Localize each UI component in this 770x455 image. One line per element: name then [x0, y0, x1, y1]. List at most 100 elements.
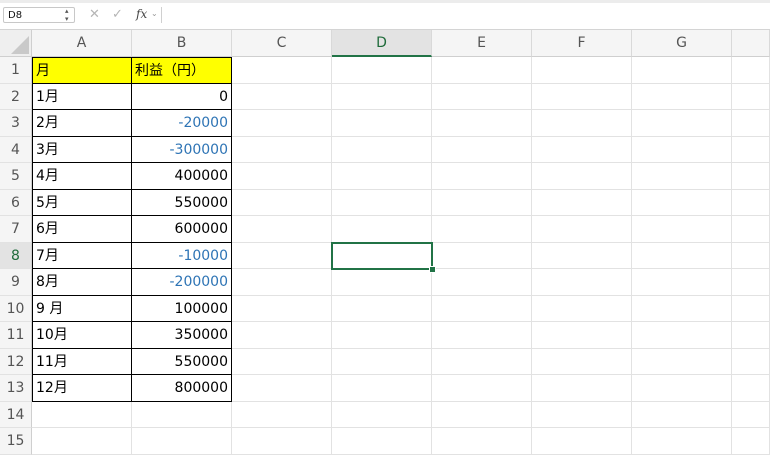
cell-profit[interactable]: -300000 [132, 136, 232, 163]
cell[interactable] [732, 348, 770, 375]
cell[interactable] [232, 242, 332, 269]
cell[interactable] [632, 242, 732, 269]
cell[interactable] [232, 136, 332, 163]
cell[interactable] [432, 110, 532, 137]
cell[interactable] [632, 136, 732, 163]
row-header-2[interactable]: 2 [0, 83, 32, 110]
column-header-d[interactable]: D [332, 30, 432, 57]
cell-profit[interactable]: -20000 [132, 110, 232, 137]
cell[interactable] [632, 269, 732, 296]
cell-month[interactable]: 9 月 [32, 295, 132, 322]
cell[interactable] [232, 216, 332, 243]
cell[interactable] [732, 428, 770, 455]
cell-month[interactable]: 10月 [32, 322, 132, 349]
cell[interactable] [232, 57, 332, 84]
cell-month[interactable]: 6月 [32, 216, 132, 243]
cell[interactable] [432, 163, 532, 190]
cell[interactable] [632, 348, 732, 375]
cell[interactable] [432, 83, 532, 110]
cell[interactable] [432, 322, 532, 349]
cell-profit[interactable]: -200000 [132, 269, 232, 296]
cell[interactable] [532, 216, 632, 243]
cell[interactable] [732, 401, 770, 428]
column-header-e[interactable]: E [432, 30, 532, 57]
cell[interactable] [632, 83, 732, 110]
cell[interactable] [332, 375, 432, 402]
cell[interactable] [732, 57, 770, 84]
column-header-a[interactable]: A [32, 30, 132, 57]
column-header-f[interactable]: F [532, 30, 632, 57]
cell[interactable] [532, 242, 632, 269]
cell[interactable] [332, 348, 432, 375]
select-all-corner[interactable] [0, 30, 32, 57]
cell-profit[interactable]: 550000 [132, 189, 232, 216]
row-header-3[interactable]: 3 [0, 110, 32, 137]
cell-month[interactable]: 1月 [32, 83, 132, 110]
fill-handle[interactable] [429, 266, 436, 273]
cell[interactable] [632, 57, 732, 84]
cell[interactable] [332, 401, 432, 428]
cell[interactable] [332, 110, 432, 137]
column-header-c[interactable]: C [232, 30, 332, 57]
cell[interactable] [32, 401, 132, 428]
cell[interactable] [732, 295, 770, 322]
cell[interactable] [632, 163, 732, 190]
formula-input[interactable] [161, 7, 770, 23]
row-header-7[interactable]: 7 [0, 216, 32, 243]
chevron-down-icon[interactable]: ⌄ [151, 9, 158, 18]
cell[interactable] [432, 136, 532, 163]
cell[interactable] [332, 163, 432, 190]
cell[interactable] [232, 375, 332, 402]
cell[interactable] [432, 189, 532, 216]
cell[interactable] [732, 189, 770, 216]
cell-profit[interactable]: 100000 [132, 295, 232, 322]
cell[interactable] [732, 375, 770, 402]
cell[interactable] [332, 83, 432, 110]
cell[interactable] [532, 269, 632, 296]
cell[interactable] [232, 401, 332, 428]
fx-label[interactable]: fx [136, 7, 147, 21]
cell[interactable] [332, 136, 432, 163]
cell-month[interactable]: 5月 [32, 189, 132, 216]
cell[interactable] [432, 242, 532, 269]
cell[interactable] [532, 322, 632, 349]
cell[interactable] [732, 322, 770, 349]
header-profit[interactable]: 利益（円） [132, 57, 232, 84]
cell[interactable] [532, 136, 632, 163]
cell-month[interactable]: 4月 [32, 163, 132, 190]
column-header-h[interactable] [732, 30, 770, 57]
row-header-11[interactable]: 11 [0, 322, 32, 349]
cell[interactable] [232, 269, 332, 296]
name-box-dropdown-icon[interactable]: ▴ ▾ [65, 7, 69, 23]
cell[interactable] [632, 216, 732, 243]
cell-month[interactable]: 3月 [32, 136, 132, 163]
close-icon[interactable]: ✕ [89, 8, 100, 22]
cell[interactable] [432, 375, 532, 402]
cell[interactable] [232, 189, 332, 216]
cell[interactable] [732, 269, 770, 296]
cell[interactable] [532, 295, 632, 322]
cell[interactable] [132, 428, 232, 455]
cell[interactable] [432, 428, 532, 455]
cell[interactable] [732, 163, 770, 190]
row-header-5[interactable]: 5 [0, 163, 32, 190]
cell-month[interactable]: 2月 [32, 110, 132, 137]
cell-profit[interactable]: 400000 [132, 163, 232, 190]
row-header-13[interactable]: 13 [0, 375, 32, 402]
row-header-14[interactable]: 14 [0, 401, 32, 428]
cell[interactable] [232, 110, 332, 137]
cell[interactable] [732, 83, 770, 110]
cell-month[interactable]: 8月 [32, 269, 132, 296]
cell[interactable] [432, 269, 532, 296]
cell[interactable] [632, 322, 732, 349]
cell-profit[interactable]: 0 [132, 83, 232, 110]
cell[interactable] [632, 110, 732, 137]
cell[interactable] [732, 110, 770, 137]
cell[interactable] [532, 163, 632, 190]
cell[interactable] [232, 295, 332, 322]
cell[interactable] [432, 295, 532, 322]
cell[interactable] [632, 189, 732, 216]
cell[interactable] [732, 136, 770, 163]
cell[interactable] [632, 401, 732, 428]
cell[interactable] [232, 83, 332, 110]
